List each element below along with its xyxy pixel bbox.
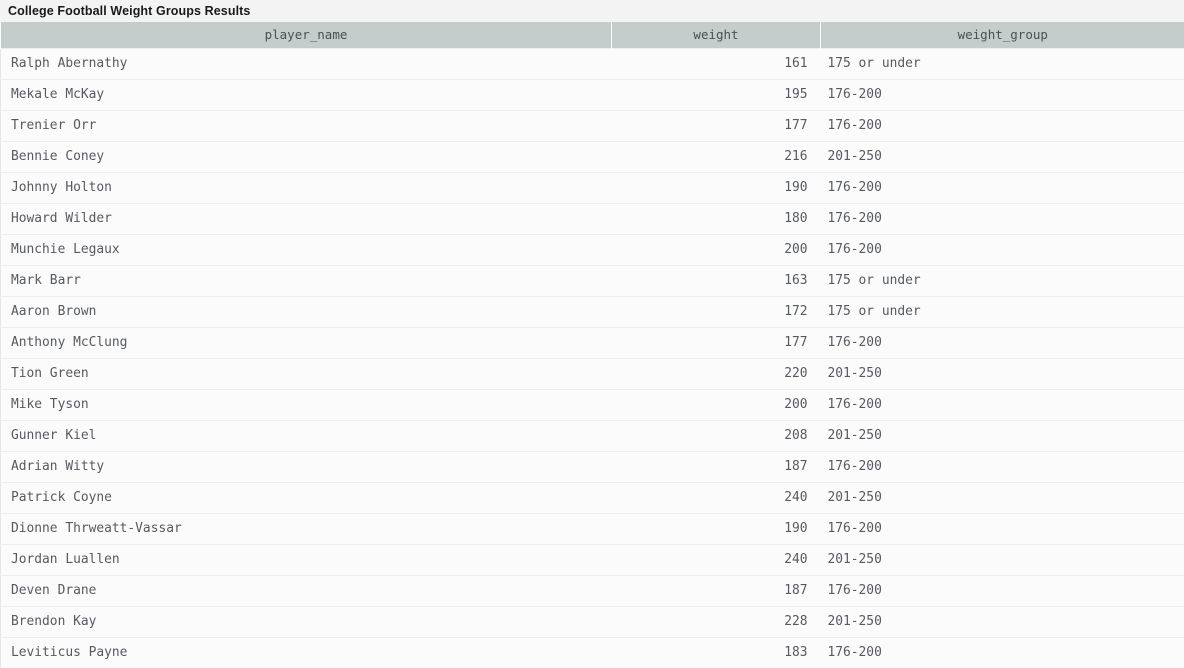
table-row[interactable]: Ralph Abernathy 161 175 or under: [0, 47, 1184, 80]
cell-weight: 183: [611, 637, 821, 668]
cell-weight-group: 176-200: [820, 79, 1184, 111]
cell-weight: 190: [611, 513, 821, 545]
column-header-weight[interactable]: weight: [611, 22, 821, 48]
cell-weight-group: 175 or under: [820, 47, 1184, 80]
table-row[interactable]: Jordan Luallen 240 201-250: [0, 544, 1184, 576]
cell-weight: 177: [611, 110, 821, 142]
cell-weight: 187: [611, 451, 821, 483]
cell-weight-group: 176-200: [820, 513, 1184, 545]
cell-weight: 200: [611, 234, 821, 266]
results-window: College Football Weight Groups Results p…: [0, 0, 1184, 668]
cell-weight: 216: [611, 141, 821, 173]
cell-weight-group: 201-250: [820, 141, 1184, 173]
table-body: Ralph Abernathy 161 175 or under Mekale McK…: [0, 47, 1184, 668]
results-table-scroll-area[interactable]: player_name weight weight_group Ralph Ab…: [0, 22, 1184, 668]
table-row[interactable]: Deven Drane 187 176-200: [0, 575, 1184, 607]
cell-player-name: Mark Barr: [0, 265, 612, 297]
cell-player-name: Mike Tyson: [0, 389, 612, 421]
cell-player-name: Dionne Thrweatt-Vassar: [0, 513, 612, 545]
cell-player-name: Trenier Orr: [0, 110, 612, 142]
cell-player-name: Mekale McKay: [0, 79, 612, 111]
cell-weight-group: 176-200: [820, 327, 1184, 359]
cell-player-name: Munchie Legaux: [0, 234, 612, 266]
cell-weight-group: 175 or under: [820, 265, 1184, 297]
table-row[interactable]: Munchie Legaux 200 176-200: [0, 234, 1184, 266]
cell-weight: 172: [611, 296, 821, 328]
cell-weight-group: 201-250: [820, 420, 1184, 452]
cell-weight: 163: [611, 265, 821, 297]
cell-weight-group: 176-200: [820, 575, 1184, 607]
column-header-weight-group[interactable]: weight_group: [820, 22, 1184, 48]
cell-weight-group: 175 or under: [820, 296, 1184, 328]
cell-player-name: Howard Wilder: [0, 203, 612, 235]
cell-player-name: Gunner Kiel: [0, 420, 612, 452]
table-row[interactable]: Mike Tyson 200 176-200: [0, 389, 1184, 421]
table-row[interactable]: Anthony McClung 177 176-200: [0, 327, 1184, 359]
cell-weight: 180: [611, 203, 821, 235]
table-row[interactable]: Brendon Kay 228 201-250: [0, 606, 1184, 638]
cell-player-name: Adrian Witty: [0, 451, 612, 483]
column-header-player-name[interactable]: player_name: [0, 22, 612, 48]
cell-player-name: Leviticus Payne: [0, 637, 612, 668]
cell-weight-group: 176-200: [820, 234, 1184, 266]
cell-weight: 195: [611, 79, 821, 111]
table-row[interactable]: Bennie Coney 216 201-250: [0, 141, 1184, 173]
table-row[interactable]: Adrian Witty 187 176-200: [0, 451, 1184, 483]
cell-weight-group: 176-200: [820, 203, 1184, 235]
cell-weight-group: 176-200: [820, 172, 1184, 204]
cell-player-name: Brendon Kay: [0, 606, 612, 638]
cell-player-name: Johnny Holton: [0, 172, 612, 204]
cell-weight: 190: [611, 172, 821, 204]
cell-weight-group: 176-200: [820, 389, 1184, 421]
table-row[interactable]: Trenier Orr 177 176-200: [0, 110, 1184, 142]
cell-weight-group: 176-200: [820, 451, 1184, 483]
cell-player-name: Aaron Brown: [0, 296, 612, 328]
cell-weight-group: 201-250: [820, 606, 1184, 638]
table-row[interactable]: Johnny Holton 190 176-200: [0, 172, 1184, 204]
cell-player-name: Anthony McClung: [0, 327, 612, 359]
table-row[interactable]: Howard Wilder 180 176-200: [0, 203, 1184, 235]
cell-weight-group: 176-200: [820, 110, 1184, 142]
cell-weight: 240: [611, 544, 821, 576]
cell-weight: 161: [611, 47, 821, 80]
cell-weight: 240: [611, 482, 821, 514]
table-row[interactable]: Leviticus Payne 183 176-200: [0, 637, 1184, 668]
cell-weight: 228: [611, 606, 821, 638]
cell-player-name: Bennie Coney: [0, 141, 612, 173]
cell-weight: 177: [611, 327, 821, 359]
cell-weight: 220: [611, 358, 821, 390]
results-table: player_name weight weight_group Ralph Ab…: [0, 22, 1184, 668]
cell-player-name: Jordan Luallen: [0, 544, 612, 576]
cell-weight-group: 201-250: [820, 544, 1184, 576]
cell-player-name: Ralph Abernathy: [0, 47, 612, 80]
cell-player-name: Patrick Coyne: [0, 482, 612, 514]
table-header-row: player_name weight weight_group: [0, 22, 1184, 48]
cell-weight-group: 201-250: [820, 358, 1184, 390]
table-row[interactable]: Aaron Brown 172 175 or under: [0, 296, 1184, 328]
table-row[interactable]: Gunner Kiel 208 201-250: [0, 420, 1184, 452]
cell-weight: 208: [611, 420, 821, 452]
table-header: player_name weight weight_group: [0, 22, 1184, 48]
cell-weight: 200: [611, 389, 821, 421]
cell-weight-group: 201-250: [820, 482, 1184, 514]
cell-weight-group: 176-200: [820, 637, 1184, 668]
title-bar: College Football Weight Groups Results: [0, 0, 1184, 22]
table-row[interactable]: Dionne Thrweatt-Vassar 190 176-200: [0, 513, 1184, 545]
page-title: College Football Weight Groups Results: [8, 4, 251, 18]
cell-weight: 187: [611, 575, 821, 607]
table-row[interactable]: Mekale McKay 195 176-200: [0, 79, 1184, 111]
table-row[interactable]: Tion Green 220 201-250: [0, 358, 1184, 390]
table-row[interactable]: Mark Barr 163 175 or under: [0, 265, 1184, 297]
table-row[interactable]: Patrick Coyne 240 201-250: [0, 482, 1184, 514]
cell-player-name: Tion Green: [0, 358, 612, 390]
cell-player-name: Deven Drane: [0, 575, 612, 607]
